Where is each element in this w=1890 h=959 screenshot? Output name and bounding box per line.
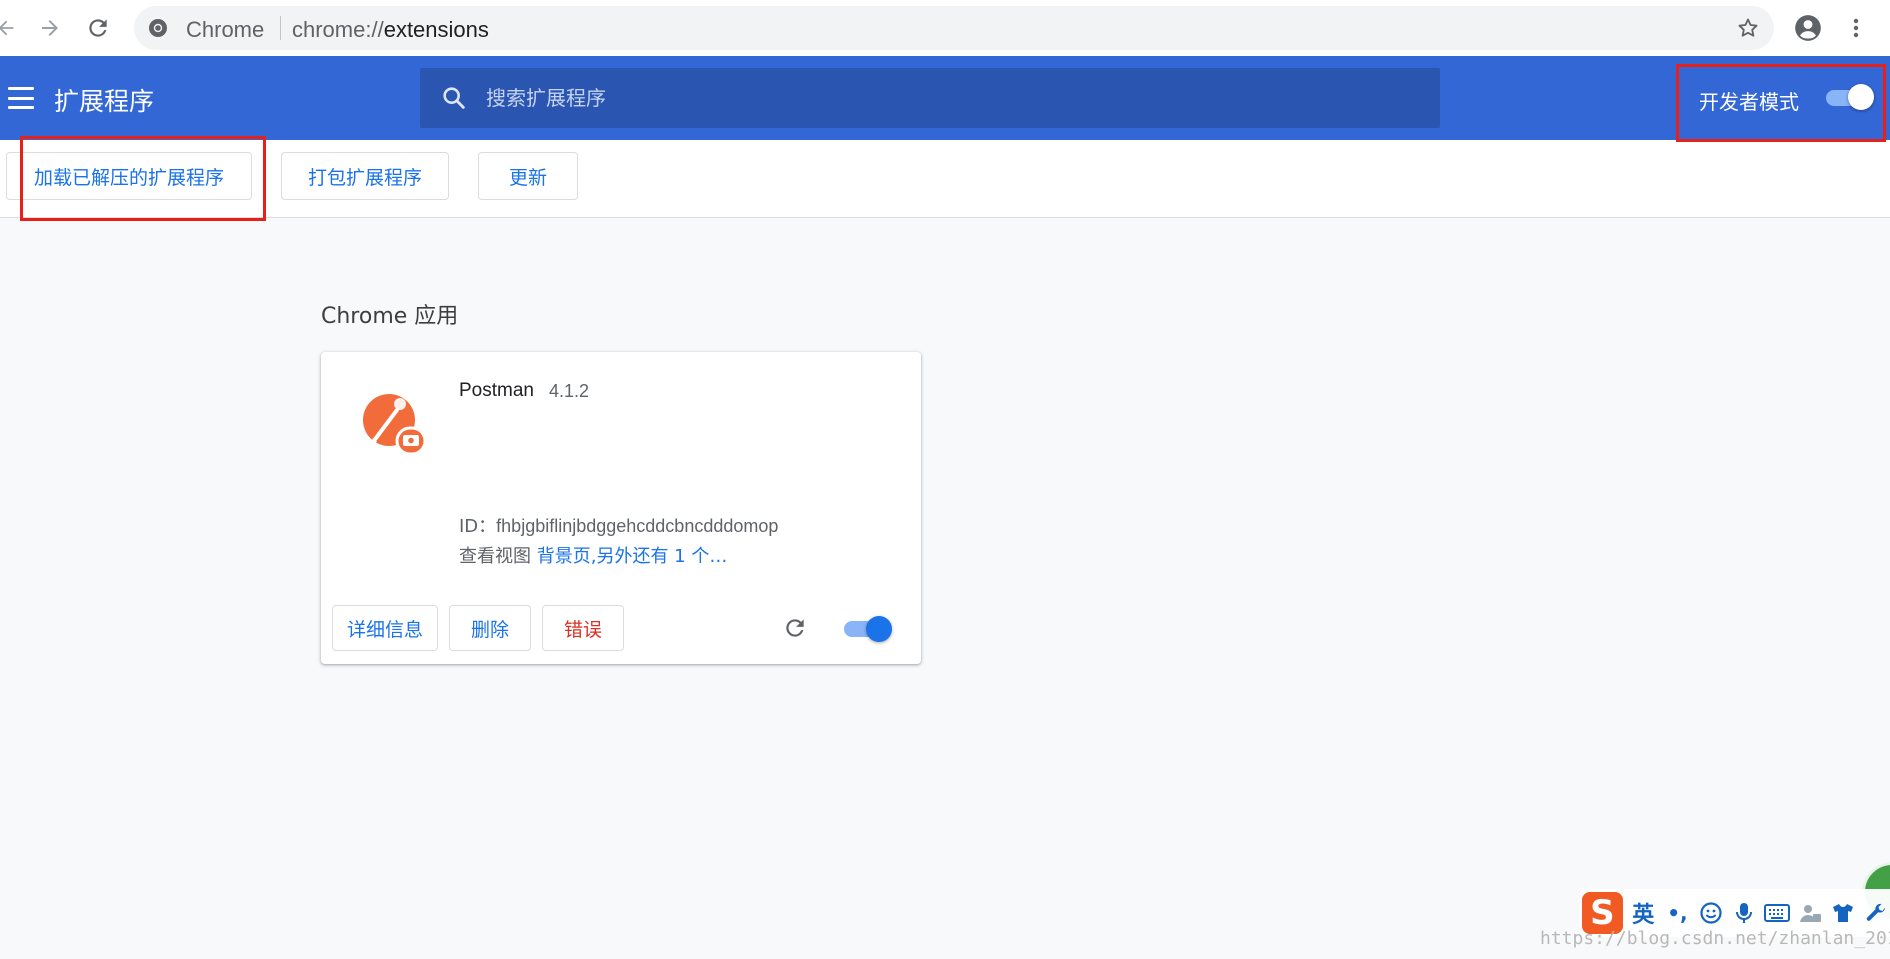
tshirt-icon xyxy=(1833,904,1854,922)
reload-icon xyxy=(89,19,107,37)
arrow-right-icon xyxy=(42,20,58,36)
extension-id: ID：fhbjgbiflinjbdggehcddcbncdddomop xyxy=(459,512,778,538)
browser-toolbar: Chrome chrome://extensions xyxy=(0,0,1890,56)
ime-language[interactable]: 英 xyxy=(1629,897,1658,929)
keyboard-icon xyxy=(1763,904,1790,922)
update-button[interactable]: 更新 xyxy=(478,152,578,200)
site-label: Chrome xyxy=(186,17,265,42)
search-input[interactable] xyxy=(486,68,1406,128)
watermark: https://blog.csdn.net/zhanlan_2017 xyxy=(1540,928,1890,949)
soft-keyboard-button[interactable] xyxy=(1763,899,1790,927)
extension-card: Postman 4.1.2 ID：fhbjgbiflinjbdggehcddcb… xyxy=(321,352,921,664)
url-text[interactable]: chrome://extensions xyxy=(292,17,489,43)
reload-page-button[interactable] xyxy=(80,10,116,46)
more-vert-icon xyxy=(1853,18,1859,38)
bookmark-button[interactable] xyxy=(1734,14,1762,42)
remove-button[interactable]: 删除 xyxy=(449,605,531,651)
omnibox-divider xyxy=(280,16,281,40)
voice-input-button[interactable] xyxy=(1730,899,1757,927)
tools-button[interactable] xyxy=(1863,899,1890,927)
user-center-button[interactable] xyxy=(1797,899,1824,927)
extension-id-value: fhbjgbiflinjbdggehcddcbncdddomop xyxy=(496,516,779,536)
extensions-header: 扩展程序 开发者模式 xyxy=(0,56,1890,140)
reload-icon xyxy=(786,619,804,637)
user-icon xyxy=(1800,905,1822,922)
hamburger-icon xyxy=(8,87,34,90)
extension-enable-toggle[interactable] xyxy=(844,616,892,642)
smiley-icon xyxy=(1700,902,1722,924)
search-icon xyxy=(443,87,465,109)
page-title: 扩展程序 xyxy=(54,87,155,116)
extension-version: 4.1.2 xyxy=(549,381,590,401)
microphone-icon xyxy=(1735,903,1752,923)
search-field[interactable] xyxy=(420,68,1440,128)
profile-button[interactable] xyxy=(1792,12,1824,44)
emoji-icon[interactable] xyxy=(1697,899,1724,927)
background-page-link[interactable]: 背景页,另外还有 1 个… xyxy=(537,546,728,567)
extension-name: Postman xyxy=(459,380,534,401)
url-host: extensions xyxy=(383,17,489,42)
url-scheme: chrome:// xyxy=(292,17,384,42)
extension-id-label: ID： xyxy=(459,516,497,537)
chrome-icon xyxy=(149,19,167,37)
forward-button[interactable] xyxy=(32,10,68,46)
annotation-highlight-dev-mode xyxy=(1676,64,1886,142)
address-bar[interactable]: Chrome chrome://extensions xyxy=(134,6,1774,50)
section-title: Chrome 应用 xyxy=(321,304,459,329)
account-circle-icon xyxy=(1795,15,1821,41)
annotation-highlight-load-unpacked xyxy=(20,136,266,221)
errors-button[interactable]: 错误 xyxy=(542,605,624,651)
back-button[interactable] xyxy=(0,10,24,46)
reload-extension-button[interactable] xyxy=(781,614,809,642)
details-button[interactable]: 详细信息 xyxy=(332,605,438,651)
skin-button[interactable] xyxy=(1830,899,1857,927)
toggle-knob xyxy=(866,616,892,642)
punctuation-icon[interactable]: •, xyxy=(1664,899,1691,927)
main-menu-button[interactable] xyxy=(6,84,36,112)
pack-extension-button[interactable]: 打包扩展程序 xyxy=(281,152,449,200)
star-icon xyxy=(1738,18,1758,37)
wrench-icon xyxy=(1867,903,1886,921)
arrow-left-icon xyxy=(0,20,14,36)
inspect-views: 查看视图 背景页,另外还有 1 个… xyxy=(459,542,727,568)
developer-toolbar: 加载已解压的扩展程序 打包扩展程序 更新 xyxy=(0,140,1890,218)
browser-menu-button[interactable] xyxy=(1840,12,1872,44)
postman-icon xyxy=(363,394,427,456)
inspect-views-label: 查看视图 xyxy=(459,546,531,567)
